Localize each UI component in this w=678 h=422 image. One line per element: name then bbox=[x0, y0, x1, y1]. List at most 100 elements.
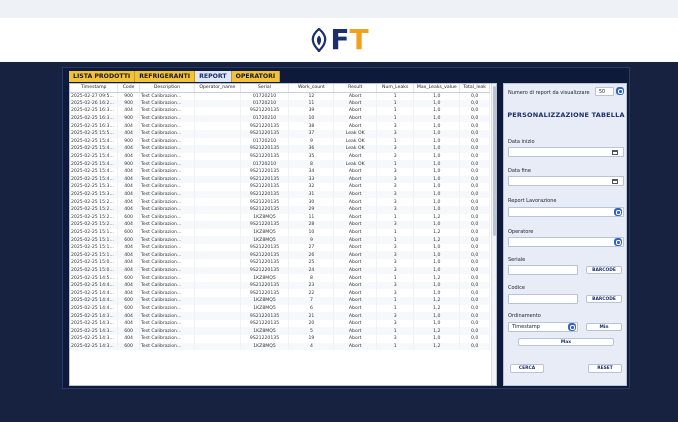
max-button[interactable]: Max bbox=[518, 338, 614, 346]
codice-label: Codice bbox=[508, 285, 525, 291]
table-row[interactable]: 2025-02-25 14:3... 600 Test Calibrazion...… bbox=[70, 342, 490, 351]
dropdown-icon[interactable] bbox=[614, 208, 622, 216]
table-row[interactable]: 2025-02-25 14:3... 600 Test Calibrazion...… bbox=[70, 327, 490, 335]
column-header[interactable]: Result bbox=[333, 84, 377, 93]
seriale-input[interactable] bbox=[508, 265, 578, 275]
report-table-panel: Timestamp Code Description Operator_name Ser… bbox=[69, 83, 497, 386]
codice-input[interactable] bbox=[508, 294, 578, 304]
table-row[interactable]: 2025-02-25 15:5... 404 Test Calibrazion...… bbox=[70, 129, 490, 138]
table-row[interactable]: 2025-02-25 14:4... 600 Test Calibrazion...… bbox=[70, 297, 490, 305]
table-cell: Test Calibrazion... bbox=[139, 129, 196, 138]
seriale-barcode-button[interactable]: BARCODE bbox=[586, 266, 622, 274]
table-row[interactable]: 2025-02-25 14:3... 404 Test Calibrazion...… bbox=[70, 335, 490, 343]
table-cell: 0,0 bbox=[459, 312, 490, 320]
table-row[interactable]: 2025-02-25 14:3... 404 Test Calibrazion...… bbox=[70, 319, 490, 328]
table-row[interactable]: 2025-02-25 15:1... 404 Test Calibrazion...… bbox=[70, 243, 490, 252]
operatore-select[interactable] bbox=[508, 237, 624, 247]
table-row[interactable]: 2025-02-25 15:4... 404 Test Calibrazion...… bbox=[70, 145, 490, 153]
table-cell: Leak OK bbox=[333, 129, 377, 138]
table-cell: 23 bbox=[288, 281, 335, 290]
data-fine-input[interactable] bbox=[508, 176, 624, 186]
table-row[interactable]: 2025-02-25 15:0... 404 Test Calibrazion...… bbox=[70, 266, 490, 275]
table-row[interactable]: 2025-02-25 15:3... 404 Test Calibrazion...… bbox=[70, 183, 490, 191]
column-header[interactable]: Code bbox=[117, 84, 140, 93]
column-header[interactable]: Work_count bbox=[288, 84, 335, 93]
table-row[interactable]: 2025-02-25 15:1... 404 Test Calibrazion...… bbox=[70, 251, 490, 260]
dropdown-icon[interactable] bbox=[568, 323, 576, 331]
report-lavorazione-select[interactable] bbox=[508, 207, 624, 217]
calendar-icon[interactable] bbox=[612, 179, 618, 184]
table-row[interactable]: 2025-02-27 09:5... 900 Test Calibrazion...… bbox=[70, 92, 490, 100]
table-cell bbox=[194, 335, 241, 343]
table-cell: 0,0 bbox=[459, 266, 490, 275]
dropdown-icon[interactable] bbox=[614, 238, 622, 246]
table-row[interactable]: 2025-02-25 15:4... 900 Test Calibrazion...… bbox=[70, 137, 490, 146]
column-header[interactable]: Timestamp bbox=[70, 84, 119, 93]
table-cell: 5 bbox=[288, 327, 335, 335]
table-row[interactable]: 2025-02-25 15:1... 600 Test Calibrazion...… bbox=[70, 236, 490, 244]
column-header[interactable]: Serial bbox=[240, 84, 290, 93]
table-row[interactable]: 2025-02-25 15:4... 404 Test Calibrazion...… bbox=[70, 167, 490, 176]
table-cell: 2025-02-25 14:3... bbox=[70, 327, 119, 335]
table-cell: 9S21220135 bbox=[240, 289, 290, 298]
table-cell: 0,0 bbox=[459, 137, 490, 146]
column-header[interactable]: Max_Leaks_value bbox=[413, 84, 461, 93]
table-row[interactable]: 2025-02-25 14:4... 600 Test Calibrazion...… bbox=[70, 304, 490, 313]
reset-button[interactable]: RESET bbox=[588, 364, 622, 373]
table-cell: 1 bbox=[376, 327, 415, 335]
table-row[interactable]: 2025-02-25 15:0... 404 Test Calibrazion...… bbox=[70, 259, 490, 267]
table-row[interactable]: 2025-02-25 16:3... 404 Test Calibrazion...… bbox=[70, 107, 490, 115]
table-cell: 0,0 bbox=[459, 327, 490, 335]
tab-refrigeranti[interactable]: REFRIGERANTI bbox=[135, 71, 196, 82]
table-cell: Abort bbox=[333, 167, 377, 176]
data-inizio-input[interactable] bbox=[508, 147, 624, 157]
scrollbar-thumb[interactable] bbox=[493, 86, 496, 236]
table-row[interactable]: 2025-02-25 15:2... 404 Test Calibrazion...… bbox=[70, 205, 490, 214]
column-header[interactable]: Num_Leaks bbox=[376, 84, 415, 93]
table-row[interactable]: 2025-02-25 15:3... 404 Test Calibrazion...… bbox=[70, 190, 490, 199]
table-cell: 404 bbox=[117, 145, 140, 153]
table-row[interactable]: 2025-02-25 15:1... 600 Test Calibrazion...… bbox=[70, 228, 490, 237]
table-row[interactable]: 2025-02-25 14:4... 404 Test Calibrazion...… bbox=[70, 289, 490, 298]
tab-lista-prodotti[interactable]: LISTA PRODOTTI bbox=[69, 71, 136, 82]
table-row[interactable]: 2025-02-26 16:2... 900 Test Calibrazion...… bbox=[70, 99, 490, 108]
calendar-icon[interactable] bbox=[612, 150, 618, 155]
num-report-input[interactable]: 50 bbox=[595, 87, 614, 96]
min-button[interactable]: Min bbox=[586, 323, 622, 331]
table-cell: Abort bbox=[333, 281, 377, 290]
table-row[interactable]: 2025-02-25 15:4... 404 Test Calibrazion...… bbox=[70, 175, 490, 184]
table-cell: 1,0 bbox=[413, 319, 461, 328]
tab-operatori[interactable]: OPERATORI bbox=[231, 71, 281, 82]
num-report-spinner-icon[interactable] bbox=[616, 87, 624, 95]
table-row[interactable]: 2025-02-25 16:3... 404 Test Calibrazion...… bbox=[70, 122, 490, 130]
table-cell: 9S21220135 bbox=[240, 335, 290, 343]
table-row[interactable]: 2025-02-25 15:2... 404 Test Calibrazion...… bbox=[70, 198, 490, 206]
cerca-button[interactable]: CERCA bbox=[510, 364, 544, 373]
tab-report[interactable]: REPORT bbox=[195, 71, 232, 82]
table-row[interactable]: 2025-02-25 15:2... 404 Test Calibrazion...… bbox=[70, 221, 490, 229]
column-header[interactable]: Description bbox=[139, 84, 196, 93]
table-cell: Abort bbox=[333, 205, 377, 214]
column-header[interactable]: Operator_name bbox=[194, 84, 241, 93]
table-cell: Test Calibrazion... bbox=[139, 327, 196, 335]
table-cell: 0,0 bbox=[459, 160, 490, 168]
table-row[interactable]: 2025-02-25 15:4... 404 Test Calibrazion...… bbox=[70, 152, 490, 161]
table-cell: 1,0 bbox=[413, 114, 461, 123]
column-header[interactable]: Total_leak bbox=[459, 84, 490, 93]
table-cell bbox=[194, 228, 241, 237]
table-cell bbox=[194, 137, 241, 146]
table-scrollbar[interactable] bbox=[491, 84, 496, 385]
table-row[interactable]: 2025-02-25 15:4... 900 Test Calibrazion...… bbox=[70, 160, 490, 168]
table-row[interactable]: 2025-02-25 15:2... 600 Test Calibrazion...… bbox=[70, 213, 490, 222]
table-cell bbox=[194, 289, 241, 298]
table-cell: 0,0 bbox=[459, 259, 490, 267]
table-row[interactable]: 2025-02-25 16:3... 900 Test Calibrazion...… bbox=[70, 114, 490, 123]
table-cell: 600 bbox=[117, 274, 140, 282]
table-row[interactable]: 2025-02-25 14:4... 404 Test Calibrazion...… bbox=[70, 281, 490, 290]
table-row[interactable]: 2025-02-25 14:5... 600 Test Calibrazion...… bbox=[70, 274, 490, 282]
table-cell bbox=[194, 259, 241, 267]
codice-barcode-button[interactable]: BARCODE bbox=[586, 295, 622, 303]
table-row[interactable]: 2025-02-25 14:3... 404 Test Calibrazion...… bbox=[70, 312, 490, 320]
table-cell bbox=[194, 281, 241, 290]
table-cell: 404 bbox=[117, 129, 140, 138]
